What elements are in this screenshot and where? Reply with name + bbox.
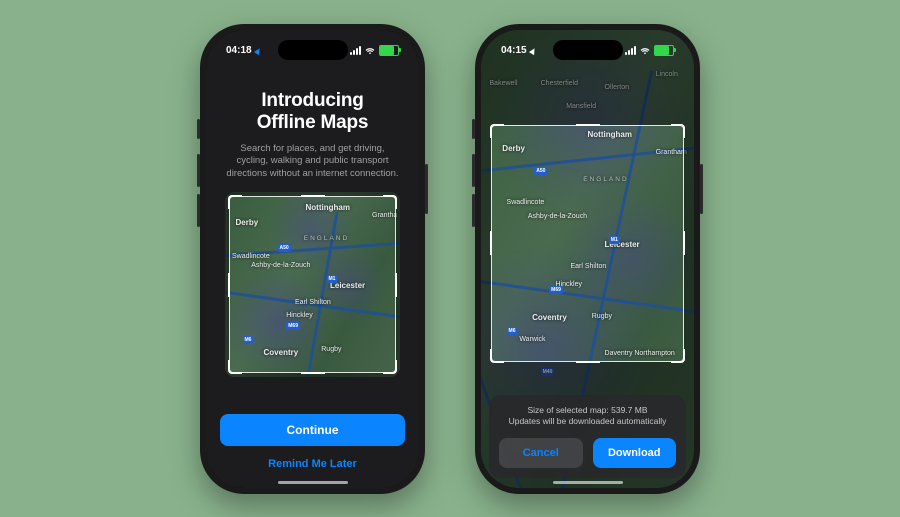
download-button[interactable]: Download bbox=[593, 438, 677, 468]
home-indicator[interactable] bbox=[553, 481, 623, 484]
silent-switch bbox=[197, 119, 200, 139]
cancel-button[interactable]: Cancel bbox=[499, 438, 583, 468]
dynamic-island bbox=[278, 40, 348, 60]
home-indicator[interactable] bbox=[278, 481, 348, 484]
vol-down bbox=[472, 194, 475, 227]
phone-intro: 04:18 Introducing Offline Maps Search fo… bbox=[200, 24, 425, 494]
signal-icon bbox=[625, 46, 636, 55]
map-preview: ENGLAND Derby Nottingham Leicester Coven… bbox=[225, 192, 400, 377]
power-button bbox=[425, 164, 428, 214]
status-time: 04:18 bbox=[226, 45, 252, 56]
silent-switch bbox=[472, 119, 475, 139]
battery-icon bbox=[379, 45, 399, 56]
dynamic-island bbox=[553, 40, 623, 60]
crop-frame[interactable] bbox=[491, 125, 684, 362]
wifi-icon bbox=[365, 47, 375, 55]
page-subtitle: Search for places, and get driving, cycl… bbox=[224, 143, 401, 180]
wifi-icon bbox=[640, 47, 650, 55]
download-panel: Size of selected map: 539.7 MB Updates w… bbox=[489, 395, 686, 477]
remind-later-button[interactable]: Remind Me Later bbox=[268, 458, 357, 470]
location-icon bbox=[253, 46, 261, 54]
vol-up bbox=[197, 154, 200, 187]
status-time: 04:15 bbox=[501, 45, 527, 56]
page-title: Introducing Offline Maps bbox=[257, 90, 369, 136]
map-fullscreen[interactable]: ENGLAND Derby Nottingham Leicester Coven… bbox=[481, 30, 694, 488]
vol-down bbox=[197, 194, 200, 227]
continue-button[interactable]: Continue bbox=[220, 414, 405, 446]
battery-icon bbox=[654, 45, 674, 56]
location-icon bbox=[528, 46, 536, 54]
power-button bbox=[700, 164, 703, 214]
auto-update-label: Updates will be downloaded automatically bbox=[499, 416, 676, 427]
crop-frame[interactable] bbox=[229, 196, 396, 373]
map-size-label: Size of selected map: 539.7 MB bbox=[499, 405, 676, 416]
signal-icon bbox=[350, 46, 361, 55]
vol-up bbox=[472, 154, 475, 187]
phone-select-area: 04:15 ENGLAND Derby Nottingham Leice bbox=[475, 24, 700, 494]
